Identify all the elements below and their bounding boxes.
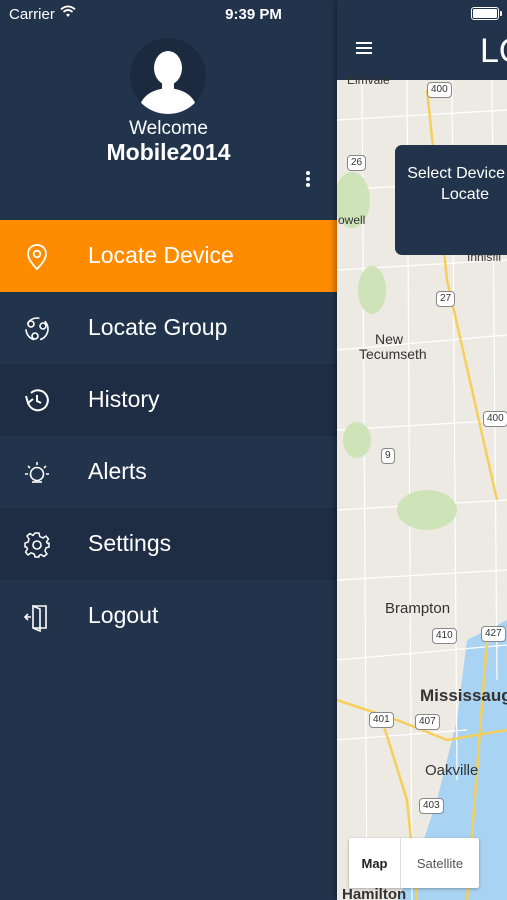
map-type-satellite-button[interactable]: Satellite: [401, 838, 479, 888]
avatar[interactable]: [130, 38, 206, 114]
map-place-label: Oakville: [425, 762, 479, 779]
menu-item-alerts[interactable]: Alerts: [0, 436, 337, 508]
menu-label: Locate Device: [88, 242, 234, 268]
drawer-menu: Locate Device Locate Group History Alert…: [0, 220, 337, 652]
map-place-label: Brampton: [385, 600, 451, 617]
map-place-label: owell: [338, 213, 366, 227]
highway-shield: 26: [347, 155, 367, 171]
menu-item-locate-group[interactable]: Locate Group: [0, 292, 337, 364]
map-type-toggle: Map Satellite: [349, 838, 479, 888]
menu-label: History: [88, 386, 160, 412]
side-drawer: Welcome Mobile2014 Locate Device Locate …: [0, 0, 337, 900]
menu-item-logout[interactable]: Logout: [0, 580, 337, 652]
highway-shield: 400: [483, 411, 507, 427]
logout-door-icon: [23, 604, 47, 632]
map-place-label: Hamilton: [342, 886, 407, 900]
highway-shield: 401: [369, 712, 394, 728]
map-screen: LO Elmvale Innisf: [337, 0, 507, 900]
gear-icon: [24, 532, 50, 558]
highway-shield: 410: [432, 628, 457, 644]
highway-shield: 427: [481, 626, 506, 642]
menu-item-settings[interactable]: Settings: [0, 508, 337, 580]
battery-icon: [471, 7, 502, 20]
status-bar: Carrier 9:39 PM: [0, 0, 507, 28]
welcome-text: Welcome: [129, 118, 208, 139]
user-silhouette-icon: [138, 51, 198, 114]
alert-bulb-icon: [25, 462, 49, 483]
location-pin-icon: [27, 244, 47, 271]
highway-shield: 407: [415, 714, 440, 730]
username: Mobile2014: [106, 139, 231, 165]
map-place-label: Mississauga: [420, 686, 507, 705]
history-icon: [25, 389, 49, 412]
map-place-label: New Tecumseth: [359, 331, 427, 362]
menu-label: Alerts: [88, 458, 147, 484]
highway-shield: 400: [427, 82, 452, 98]
menu-item-locate-device[interactable]: Locate Device: [0, 220, 337, 292]
group-locations-icon: [25, 317, 49, 341]
select-device-tooltip: Select Device to Locate: [395, 145, 507, 255]
highway-shield: 403: [419, 798, 444, 814]
map-place-label: Elmvale: [347, 73, 390, 87]
map-type-map-button[interactable]: Map: [349, 838, 401, 888]
hamburger-menu-icon[interactable]: [356, 42, 372, 54]
more-options-icon[interactable]: [300, 170, 316, 190]
highway-shield: 27: [436, 291, 456, 307]
menu-label: Locate Group: [88, 314, 228, 340]
menu-item-history[interactable]: History: [0, 364, 337, 436]
page-title: LO: [480, 32, 507, 70]
highway-shield: 9: [381, 448, 395, 464]
menu-label: Settings: [88, 530, 172, 556]
menu-label: Logout: [88, 602, 159, 628]
status-time: 9:39 PM: [225, 6, 282, 23]
